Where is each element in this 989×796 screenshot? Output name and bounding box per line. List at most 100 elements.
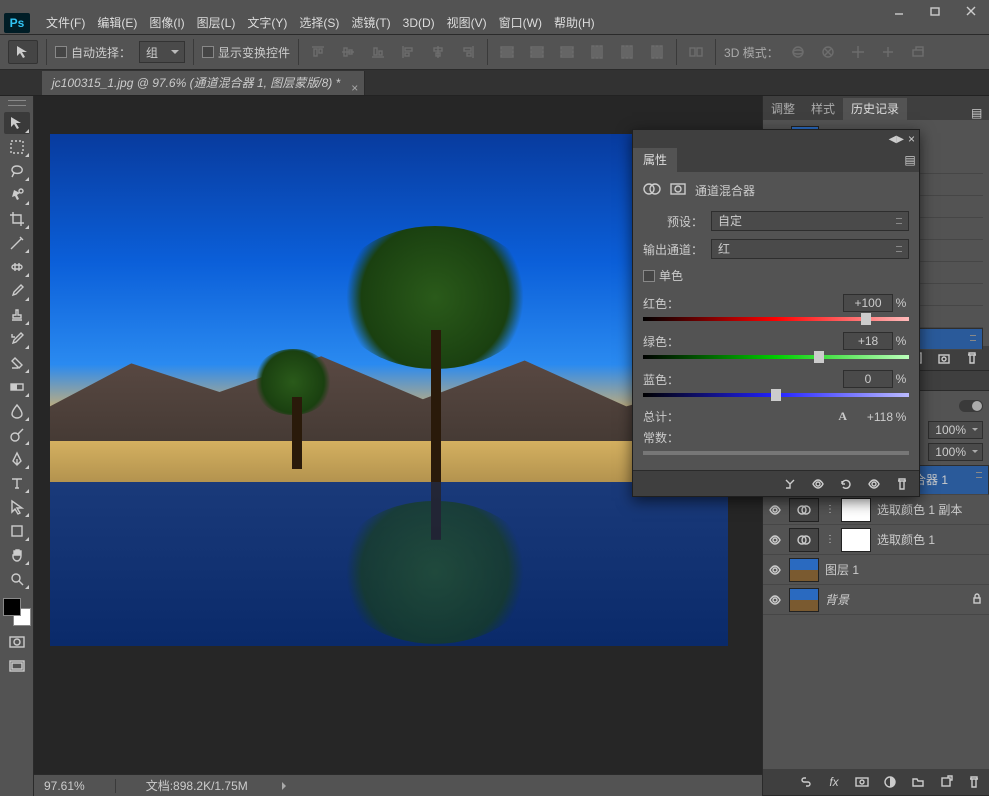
stamp-tool[interactable]: [4, 304, 30, 326]
menu-图层(L)[interactable]: 图层(L): [191, 12, 242, 34]
mask-thumb[interactable]: [841, 498, 871, 522]
layer-name[interactable]: 选取颜色 1: [877, 531, 985, 548]
lasso-tool[interactable]: [4, 160, 30, 182]
output-channel-dropdown[interactable]: 红: [711, 239, 909, 259]
status-flyout-icon[interactable]: [282, 782, 290, 790]
layer-fx-icon[interactable]: fx: [825, 774, 843, 790]
channel-value[interactable]: +18: [843, 332, 893, 350]
show-transform-checkbox[interactable]: 显示变换控件: [202, 44, 290, 61]
zoom-level[interactable]: 97.61%: [44, 779, 85, 793]
document-tab[interactable]: jc100315_1.jpg @ 97.6% (通道混合器 1, 图层蒙版/8)…: [42, 71, 365, 95]
win-close[interactable]: [953, 0, 989, 22]
mask-thumb[interactable]: [841, 528, 871, 552]
current-tool-indicator[interactable]: [8, 40, 38, 64]
quick-select-tool[interactable]: [4, 184, 30, 206]
mask-link-icon[interactable]: ⋮: [825, 534, 835, 545]
win-minimize[interactable]: [881, 0, 917, 22]
marquee-tool[interactable]: [4, 136, 30, 158]
visibility-icon[interactable]: [767, 532, 783, 548]
color-swatches[interactable]: [3, 598, 31, 626]
fill-value[interactable]: 100%: [928, 443, 983, 461]
menu-3D(D)[interactable]: 3D(D): [397, 12, 441, 34]
visibility-icon[interactable]: [767, 502, 783, 518]
auto-select-checkbox[interactable]: 自动选择：: [55, 44, 131, 61]
shape-tool[interactable]: [4, 520, 30, 542]
quick-mask-toggle[interactable]: [7, 634, 27, 650]
path-select-tool[interactable]: [4, 496, 30, 518]
mask-link-icon[interactable]: ⋮: [825, 504, 835, 515]
layer-row[interactable]: ⋮ 选取颜色 1: [763, 525, 989, 555]
preset-dropdown[interactable]: 自定: [711, 211, 909, 231]
history-brush-tool[interactable]: [4, 328, 30, 350]
monochrome-checkbox[interactable]: 单色: [643, 267, 909, 284]
ps-logo[interactable]: Ps: [4, 13, 30, 33]
new-snapshot-icon[interactable]: [935, 350, 953, 366]
layer-row[interactable]: ⋮ 选取颜色 1 副本: [763, 495, 989, 525]
menu-帮助(H)[interactable]: 帮助(H): [548, 12, 601, 34]
menu-编辑(E)[interactable]: 编辑(E): [91, 12, 143, 34]
healing-tool[interactable]: [4, 256, 30, 278]
panel-tab-样式[interactable]: 样式: [803, 98, 843, 120]
layer-row[interactable]: 背景: [763, 585, 989, 615]
channel-slider-blue[interactable]: [643, 390, 909, 400]
panel-menu-icon[interactable]: ▤: [971, 106, 989, 120]
type-tool[interactable]: [4, 472, 30, 494]
menu-窗口(W)[interactable]: 窗口(W): [493, 12, 548, 34]
delete-layer-icon[interactable]: [965, 774, 983, 790]
menu-视图(V)[interactable]: 视图(V): [441, 12, 493, 34]
opacity-value[interactable]: 100%: [928, 421, 983, 439]
menu-文件(F)[interactable]: 文件(F): [40, 12, 91, 34]
menu-文字(Y)[interactable]: 文字(Y): [241, 12, 293, 34]
zoom-tool[interactable]: [4, 568, 30, 590]
delete-adjustment-icon[interactable]: [893, 476, 911, 492]
toggle-visibility-icon[interactable]: [865, 476, 883, 492]
channel-slider-red[interactable]: [643, 314, 909, 324]
auto-select-dropdown[interactable]: 组: [139, 41, 185, 63]
constant-slider[interactable]: [643, 448, 909, 458]
brush-tool[interactable]: [4, 280, 30, 302]
layer-row[interactable]: 图层 1: [763, 555, 989, 585]
panel-close-icon[interactable]: ×: [908, 132, 915, 146]
panel-menu-icon[interactable]: ▤: [901, 151, 919, 169]
move-tool[interactable]: [4, 112, 30, 134]
panel-tab-调整[interactable]: 调整: [763, 98, 803, 120]
eraser-tool[interactable]: [4, 352, 30, 374]
properties-tab[interactable]: 属性: [633, 148, 677, 172]
menu-滤镜(T)[interactable]: 滤镜(T): [345, 12, 396, 34]
new-layer-icon[interactable]: [937, 774, 955, 790]
channel-value[interactable]: 0: [843, 370, 893, 388]
layer-filter-toggle[interactable]: [959, 400, 983, 412]
visibility-icon[interactable]: [767, 592, 783, 608]
clip-to-layer-icon[interactable]: [781, 476, 799, 492]
new-adjustment-icon[interactable]: [881, 774, 899, 790]
hand-tool[interactable]: [4, 544, 30, 566]
channel-slider-green[interactable]: [643, 352, 909, 362]
view-previous-icon[interactable]: [809, 476, 827, 492]
doc-info[interactable]: 文档:898.2K/1.75M: [146, 777, 248, 794]
blur-tool[interactable]: [4, 400, 30, 422]
layer-name[interactable]: 选取颜色 1 副本: [877, 501, 985, 518]
gradient-tool[interactable]: [4, 376, 30, 398]
dodge-tool[interactable]: [4, 424, 30, 446]
reset-icon[interactable]: [837, 476, 855, 492]
add-mask-icon[interactable]: [853, 774, 871, 790]
channel-value[interactable]: +100: [843, 294, 893, 312]
eyedropper-tool[interactable]: [4, 232, 30, 254]
mask-mode-icon[interactable]: [669, 180, 687, 201]
menu-选择(S)[interactable]: 选择(S): [293, 12, 345, 34]
toolbox-handle[interactable]: [0, 100, 33, 110]
layer-name[interactable]: 背景: [825, 591, 965, 608]
layer-name[interactable]: 图层 1: [825, 561, 985, 578]
pen-tool[interactable]: [4, 448, 30, 470]
new-group-icon[interactable]: [909, 774, 927, 790]
delete-state-icon[interactable]: [963, 350, 981, 366]
screen-mode-toggle[interactable]: [7, 658, 27, 674]
visibility-icon[interactable]: [767, 562, 783, 578]
menu-图像(I)[interactable]: 图像(I): [143, 12, 190, 34]
panel-tab-历史记录[interactable]: 历史记录: [843, 98, 907, 120]
win-maximize[interactable]: [917, 0, 953, 22]
crop-tool[interactable]: [4, 208, 30, 230]
link-layers-icon[interactable]: [797, 774, 815, 790]
panel-collapse-icon[interactable]: ◀▶: [889, 134, 904, 145]
align-vcenter-icon: [337, 41, 359, 63]
